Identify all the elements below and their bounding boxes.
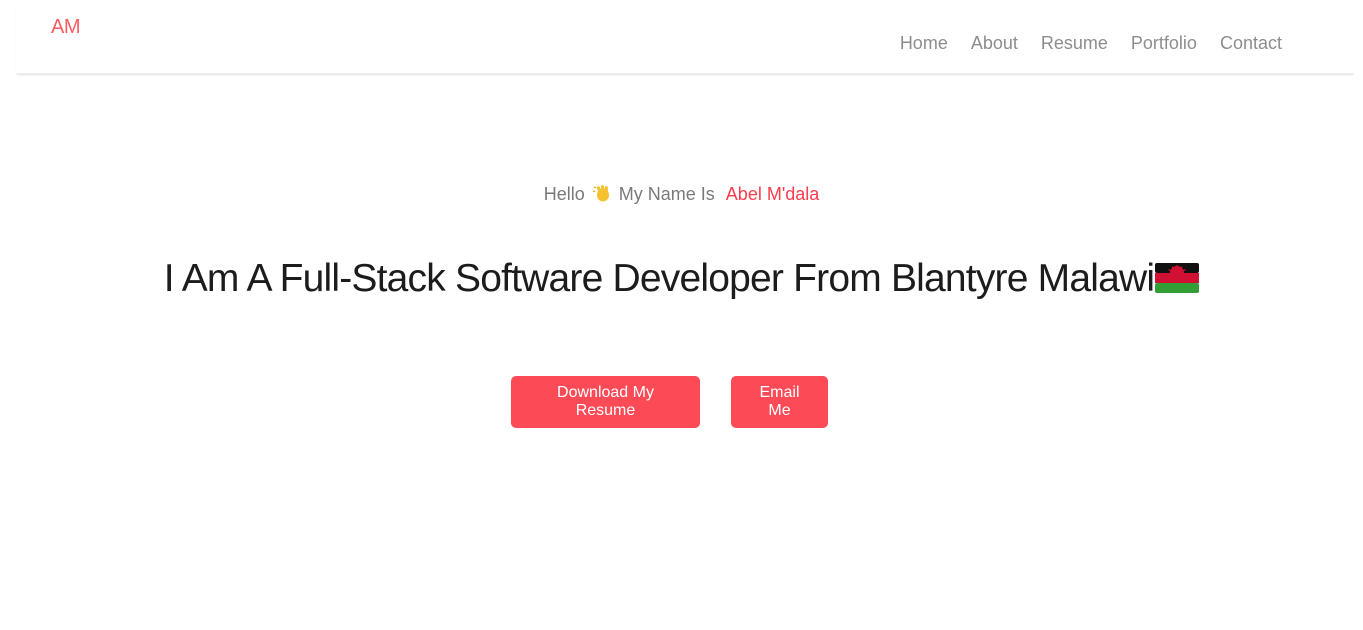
email-me-button[interactable]: Email Me <box>731 376 828 428</box>
nav-item-contact[interactable]: Contact <box>1220 33 1282 54</box>
developer-name: Abel M'dala <box>725 184 820 204</box>
malawi-flag-icon <box>1155 263 1200 293</box>
nav-menu: Home About Resume Portfolio Contact <box>900 33 1282 54</box>
greeting-line: Hello My Name Is Abel M'dala <box>0 183 1363 205</box>
top-navbar: AM Home About Resume Portfolio Contact <box>16 0 1354 74</box>
download-resume-button[interactable]: Download My Resume <box>511 376 700 428</box>
nav-item-home[interactable]: Home <box>900 33 948 54</box>
hero-actions: Download My Resume Email Me <box>0 376 1363 428</box>
brand-logo[interactable]: AM <box>51 16 81 39</box>
greeting-middle: My Name Is <box>618 184 715 204</box>
nav-item-portfolio[interactable]: Portfolio <box>1131 33 1197 54</box>
greeting-prefix: Hello <box>543 184 585 204</box>
nav-item-about[interactable]: About <box>971 33 1018 54</box>
hero-section: Hello My Name Is Abel M'dala I Am A Full… <box>0 0 1363 630</box>
headline-text: I Am A Full-Stack Software Developer Fro… <box>163 257 1155 300</box>
nav-item-resume[interactable]: Resume <box>1041 33 1108 54</box>
waving-hand-icon <box>592 185 609 202</box>
hero-headline: I Am A Full-Stack Software Developer Fro… <box>0 257 1363 301</box>
